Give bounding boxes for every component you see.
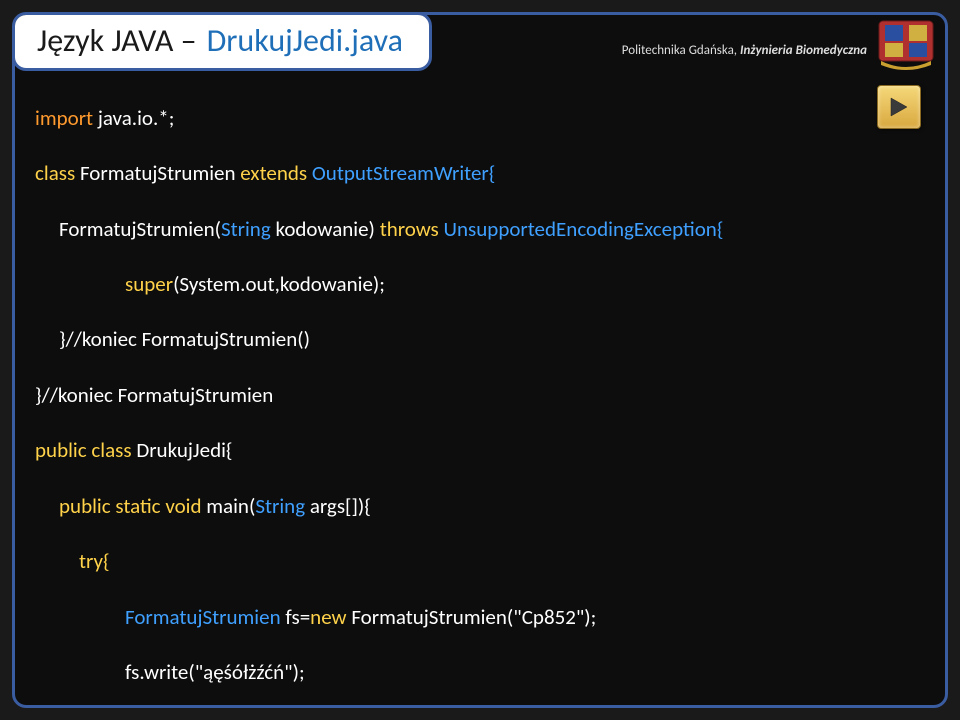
type: OutputStreamWriter{ xyxy=(312,160,495,186)
kw-extends: extends xyxy=(240,160,312,186)
code-txt: FormatujStrumien( xyxy=(351,604,513,630)
type: UnsupportedEncodingException{ xyxy=(444,216,724,242)
kw-super: super xyxy=(125,271,173,297)
code-txt: fs= xyxy=(285,604,310,630)
play-icon xyxy=(889,96,909,118)
code-txt: kodowanie) xyxy=(275,216,379,242)
code-block: import java.io.*; class FormatujStrumien… xyxy=(35,77,865,708)
code-txt: FormatujStrumien xyxy=(80,160,240,186)
string: "Cp852" xyxy=(513,604,584,630)
type: String xyxy=(221,216,276,242)
code-txt: FormatujStrumien( xyxy=(59,216,221,242)
title-text-1: Język JAVA – xyxy=(37,21,197,60)
kw-try: try{ xyxy=(79,548,110,574)
kw-throws: throws xyxy=(380,216,444,242)
kw-psv: public static void xyxy=(59,493,206,519)
code-txt: DrukujJedi{ xyxy=(136,437,232,463)
kw-public-class: public class xyxy=(35,437,136,463)
code-txt: (System.out,kodowanie); xyxy=(173,271,385,297)
type: String xyxy=(255,493,310,519)
slide-frame: Język JAVA – DrukujJedi.java Politechnik… xyxy=(12,12,948,708)
code-txt: main( xyxy=(206,493,255,519)
code-txt: }//koniec FormatujStrumien() xyxy=(59,326,310,352)
code-txt: fs.write("ąęśółżźćń"); xyxy=(125,659,305,685)
slide-title: Język JAVA – DrukujJedi.java xyxy=(12,12,432,71)
play-button[interactable] xyxy=(877,85,921,129)
kw-new: new xyxy=(310,604,351,630)
kw-class: class xyxy=(35,160,80,186)
subheader-emph: Inżynieria Biomedyczna xyxy=(740,43,867,58)
code-txt: args[]){ xyxy=(310,493,371,519)
subheader: Politechnika Gdańska, Inżynieria Biomedy… xyxy=(622,43,867,58)
type: FormatujStrumien xyxy=(125,604,285,630)
code-txt: }//koniec FormatujStrumien xyxy=(35,382,273,408)
code-txt: java.io.*; xyxy=(98,105,175,131)
code-txt: ); xyxy=(584,604,596,630)
kw-import: import xyxy=(35,105,98,131)
subheader-prefix: Politechnika Gdańska, xyxy=(622,43,740,58)
university-crest-icon xyxy=(877,19,935,71)
title-text-2: DrukujJedi.java xyxy=(207,21,403,60)
